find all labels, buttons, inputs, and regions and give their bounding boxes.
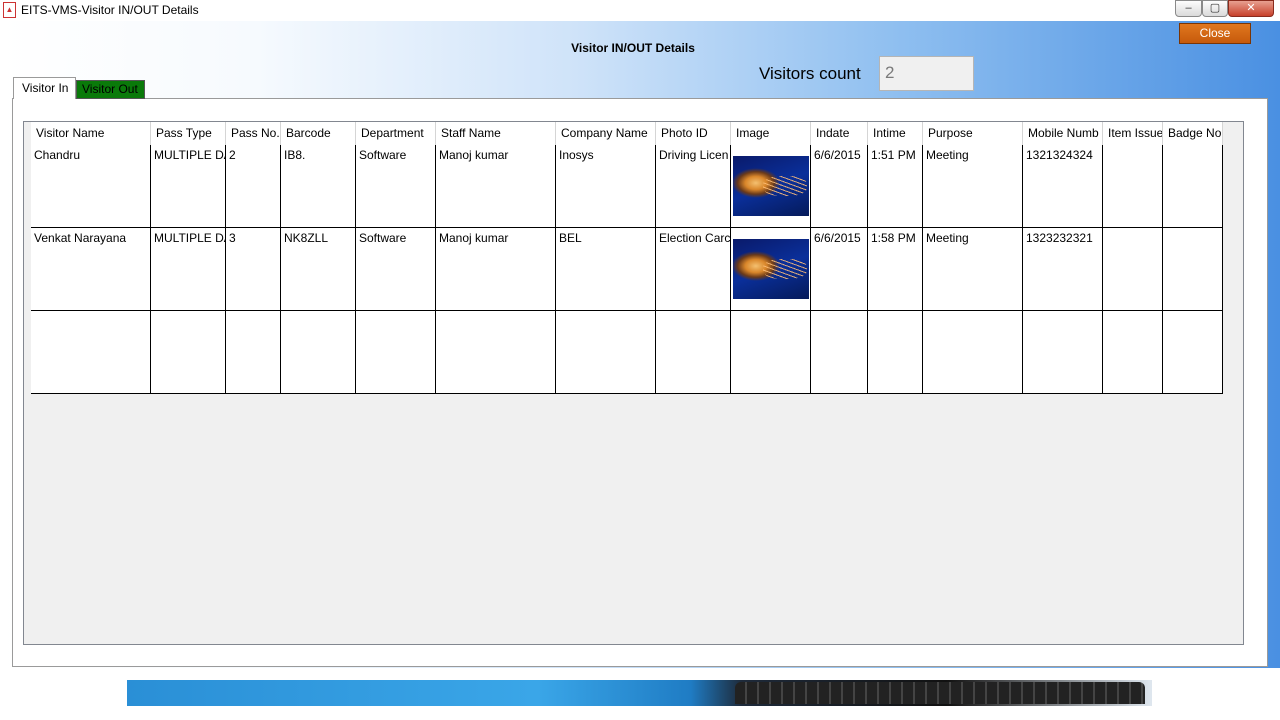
column-header[interactable]: Badge No bbox=[1163, 122, 1223, 145]
page-title: Visitor IN/OUT Details bbox=[571, 41, 695, 55]
cell-company-name[interactable]: BEL bbox=[556, 228, 656, 310]
table-row[interactable]: Venkat Narayana MULTIPLE DA 3 NK8ZLL Softwar… bbox=[31, 228, 1223, 311]
cell-purpose[interactable]: Meeting bbox=[923, 228, 1023, 310]
column-header[interactable]: Department bbox=[356, 122, 436, 145]
cell-image[interactable] bbox=[731, 145, 811, 227]
window-close-button[interactable]: ✕ bbox=[1228, 0, 1274, 17]
cell-department[interactable]: Software bbox=[356, 145, 436, 227]
cell-photo-id[interactable] bbox=[656, 311, 731, 393]
cell-indate[interactable]: 6/6/2015 bbox=[811, 228, 868, 310]
cell-staff-name[interactable] bbox=[436, 311, 556, 393]
column-header[interactable]: Indate bbox=[811, 122, 868, 145]
cell-visitor-name[interactable]: Chandru bbox=[31, 145, 151, 227]
cell-intime[interactable] bbox=[868, 311, 923, 393]
cell-mobile[interactable]: 1323232321 bbox=[1023, 228, 1103, 310]
cell-mobile[interactable]: 1321324324 bbox=[1023, 145, 1103, 227]
minimize-button[interactable]: – bbox=[1175, 0, 1202, 17]
cell-photo-id[interactable]: Election Carc bbox=[656, 228, 731, 310]
cell-company-name[interactable] bbox=[556, 311, 656, 393]
cell-pass-no[interactable]: 2 bbox=[226, 145, 281, 227]
cell-indate[interactable] bbox=[811, 311, 868, 393]
cell-pass-type[interactable]: MULTIPLE DA bbox=[151, 145, 226, 227]
cell-indate[interactable]: 6/6/2015 bbox=[811, 145, 868, 227]
cell-badge-no[interactable] bbox=[1163, 228, 1223, 310]
cell-barcode[interactable]: IB8. bbox=[281, 145, 356, 227]
cell-pass-no[interactable] bbox=[226, 311, 281, 393]
column-header[interactable]: Photo ID bbox=[656, 122, 731, 145]
cell-badge-no[interactable] bbox=[1163, 311, 1223, 393]
table-row[interactable] bbox=[31, 311, 1223, 394]
cell-staff-name[interactable]: Manoj kumar bbox=[436, 145, 556, 227]
cell-barcode[interactable]: NK8ZLL bbox=[281, 228, 356, 310]
wallpaper-keyboard bbox=[735, 682, 1145, 704]
cell-photo-id[interactable]: Driving Licen bbox=[656, 145, 731, 227]
cell-visitor-name[interactable]: Venkat Narayana bbox=[31, 228, 151, 310]
cell-mobile[interactable] bbox=[1023, 311, 1103, 393]
title-bar: ▲ EITS-VMS-Visitor IN/OUT Details – ▢ ✕ bbox=[0, 0, 1280, 21]
column-header[interactable]: Purpose bbox=[923, 122, 1023, 145]
cell-item-issue[interactable] bbox=[1103, 228, 1163, 310]
visitor-grid[interactable]: Visitor Name Pass Type Pass No. Barcode Depa… bbox=[23, 121, 1244, 645]
cell-purpose[interactable] bbox=[923, 311, 1023, 393]
maximize-button[interactable]: ▢ bbox=[1202, 0, 1228, 17]
app-logo-icon: ▲ bbox=[3, 2, 16, 18]
column-header[interactable]: Intime bbox=[868, 122, 923, 145]
tab-visitor-out[interactable]: Visitor Out bbox=[76, 80, 145, 99]
cell-item-issue[interactable] bbox=[1103, 145, 1163, 227]
visitors-count-field[interactable]: 2 bbox=[879, 56, 974, 91]
grid-header-row: Visitor Name Pass Type Pass No. Barcode Depa… bbox=[31, 122, 1223, 146]
column-header[interactable]: Pass Type bbox=[151, 122, 226, 145]
column-header[interactable]: Mobile Numb bbox=[1023, 122, 1103, 145]
column-header[interactable]: Barcode bbox=[281, 122, 356, 145]
cell-barcode[interactable] bbox=[281, 311, 356, 393]
visitor-photo-image bbox=[733, 239, 809, 299]
cell-image[interactable] bbox=[731, 228, 811, 310]
column-header[interactable]: Company Name bbox=[556, 122, 656, 145]
visitor-photo-image bbox=[733, 156, 809, 216]
cell-staff-name[interactable]: Manoj kumar bbox=[436, 228, 556, 310]
row-header-column bbox=[24, 122, 31, 393]
app-window: ▲ EITS-VMS-Visitor IN/OUT Details – ▢ ✕ … bbox=[0, 0, 1280, 668]
visitors-count-label: Visitors count bbox=[759, 64, 861, 83]
column-header[interactable]: Staff Name bbox=[436, 122, 556, 145]
window-title: EITS-VMS-Visitor IN/OUT Details bbox=[21, 3, 199, 17]
cell-intime[interactable]: 1:51 PM bbox=[868, 145, 923, 227]
cell-purpose[interactable]: Meeting bbox=[923, 145, 1023, 227]
cell-intime[interactable]: 1:58 PM bbox=[868, 228, 923, 310]
cell-department[interactable] bbox=[356, 311, 436, 393]
cell-image[interactable] bbox=[731, 311, 811, 393]
cell-pass-no[interactable]: 3 bbox=[226, 228, 281, 310]
tab-visitor-in[interactable]: Visitor In bbox=[13, 77, 76, 99]
cell-pass-type[interactable]: MULTIPLE DA bbox=[151, 228, 226, 310]
cell-item-issue[interactable] bbox=[1103, 311, 1163, 393]
cell-department[interactable]: Software bbox=[356, 228, 436, 310]
cell-company-name[interactable]: Inosys bbox=[556, 145, 656, 227]
cell-pass-type[interactable] bbox=[151, 311, 226, 393]
column-header[interactable]: Image bbox=[731, 122, 811, 145]
cell-visitor-name[interactable] bbox=[31, 311, 151, 393]
column-header[interactable]: Pass No. bbox=[226, 122, 281, 145]
table-row[interactable]: Chandru MULTIPLE DA 2 IB8. Software Manoj kum… bbox=[31, 145, 1223, 228]
column-header[interactable]: Item Issue bbox=[1103, 122, 1163, 145]
column-header[interactable]: Visitor Name bbox=[31, 122, 151, 145]
cell-badge-no[interactable] bbox=[1163, 145, 1223, 227]
